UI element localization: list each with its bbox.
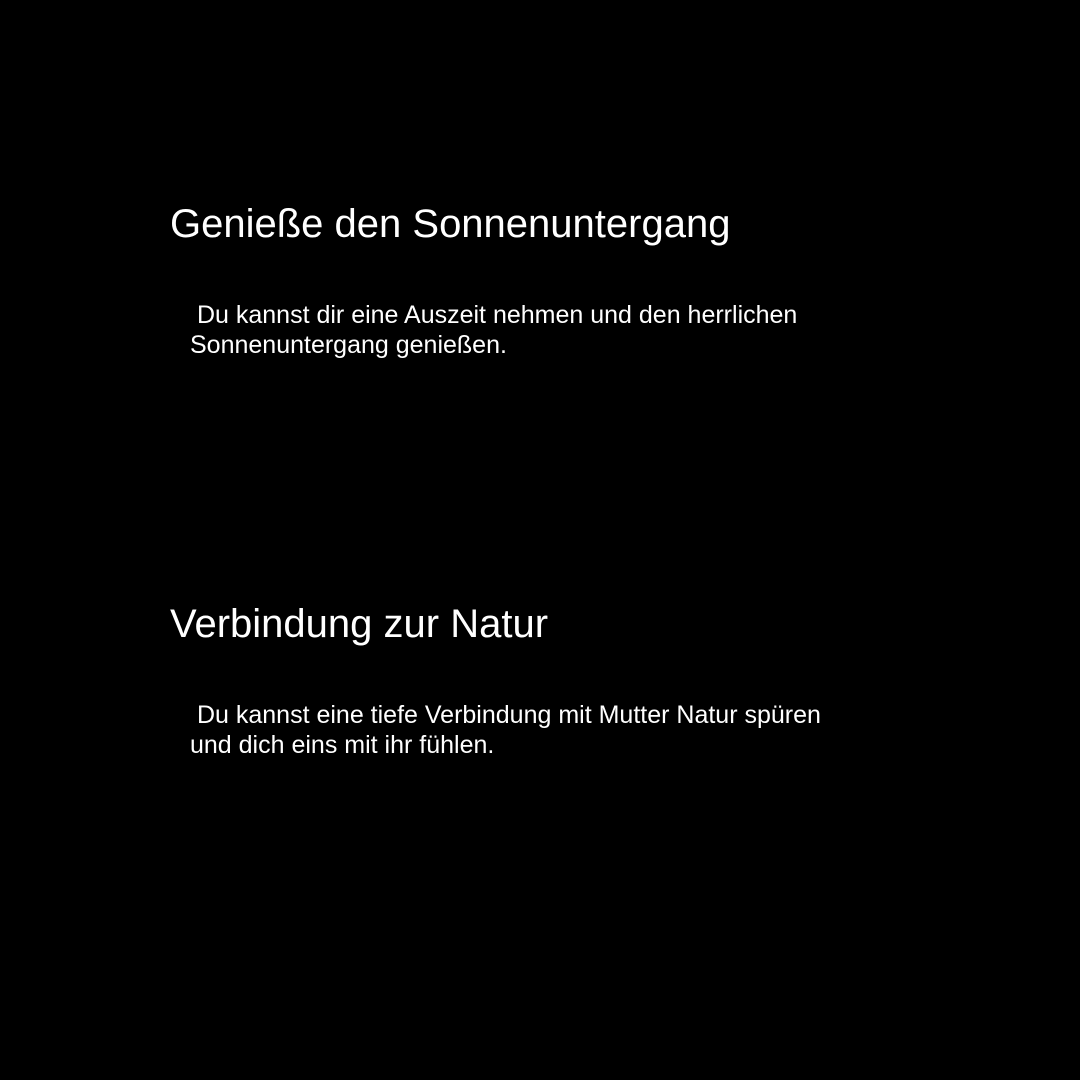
section-title: Verbindung zur Natur bbox=[170, 602, 549, 646]
section-text: Du kannst dir eine Auszeit nehmen und de… bbox=[190, 301, 805, 359]
section-title: Genieße den Sonnenuntergang bbox=[170, 202, 731, 246]
section-sunset: Genieße den Sonnenuntergang Du kannst di… bbox=[170, 200, 870, 360]
section-text: Du kannst eine tiefe Verbindung mit Mutt… bbox=[190, 701, 828, 759]
section-nature: Verbindung zur Natur Du kannst eine tief… bbox=[170, 600, 870, 760]
